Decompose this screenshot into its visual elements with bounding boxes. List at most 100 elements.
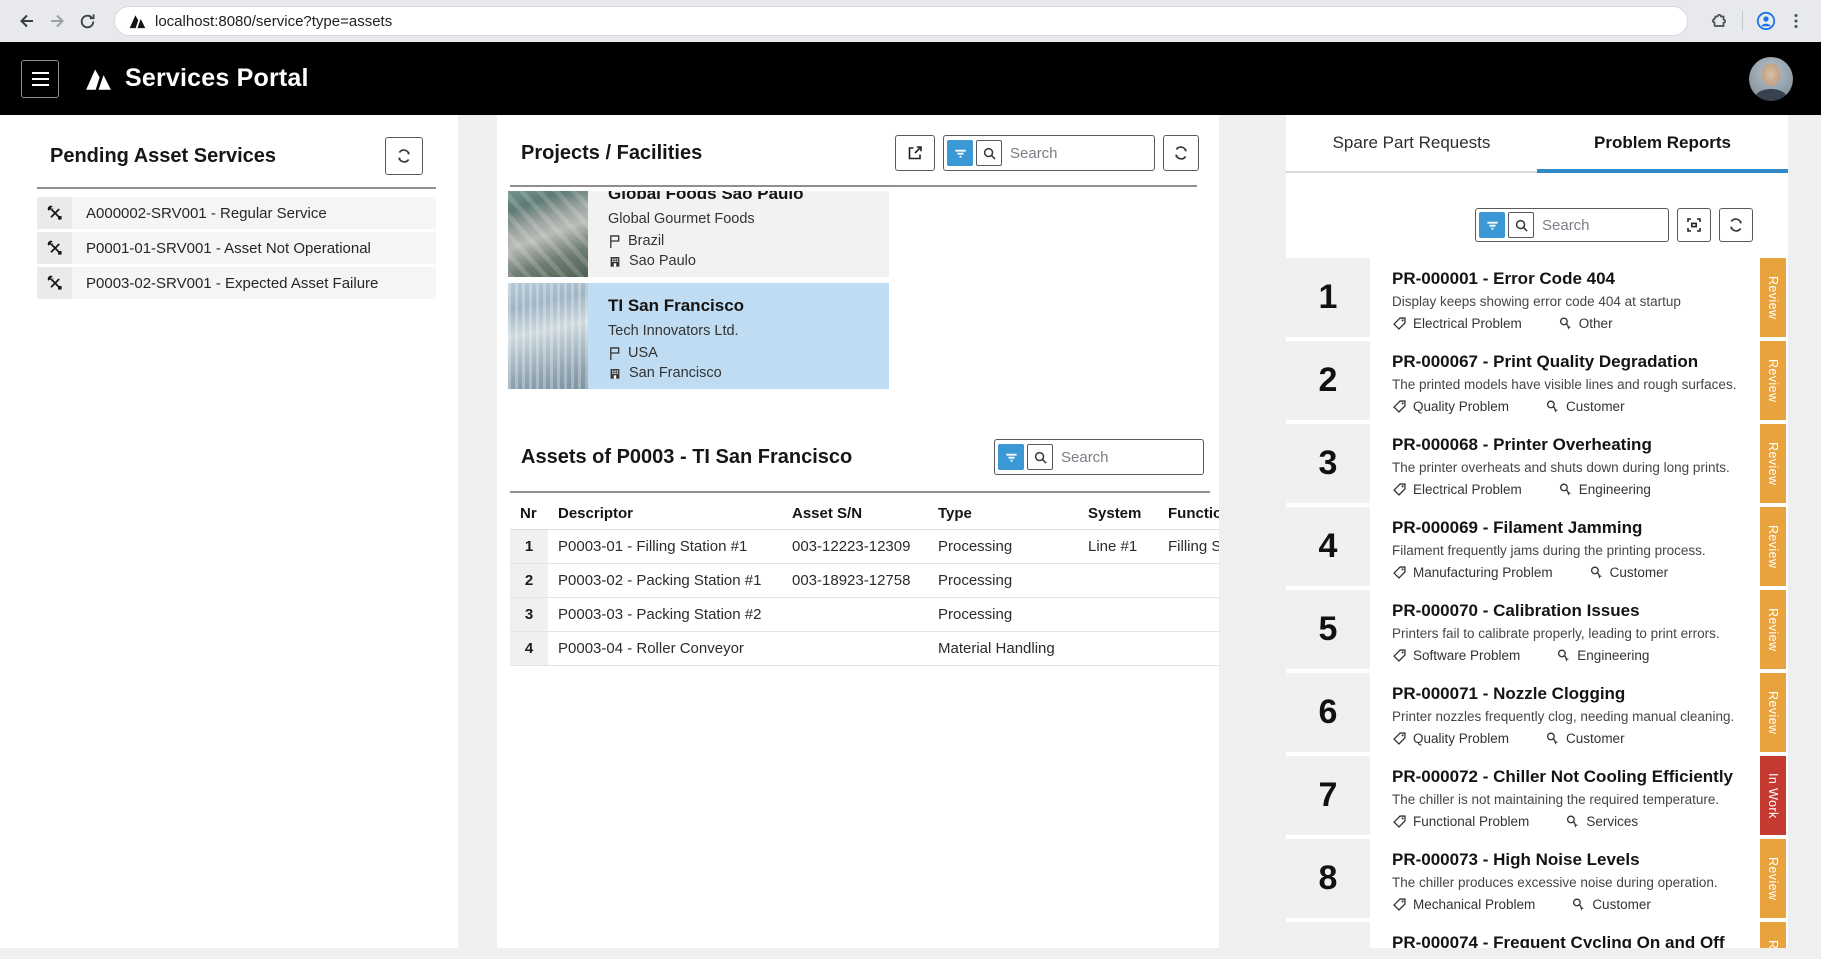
report-number: 6 bbox=[1286, 673, 1370, 752]
facility-card[interactable]: TI San Francisco Tech Innovators Ltd. US… bbox=[508, 283, 889, 389]
asset-function: Filling St bbox=[1158, 530, 1219, 564]
asset-nr: 3 bbox=[510, 598, 548, 632]
report-number: 8 bbox=[1286, 839, 1370, 918]
open-external-icon[interactable] bbox=[895, 135, 935, 171]
report-description: Printers fail to calibrate properly, lea… bbox=[1392, 626, 1752, 641]
report-description: Display keeps showing error code 404 at … bbox=[1392, 294, 1752, 309]
report-description: Printer nozzles frequently clog, needing… bbox=[1392, 709, 1752, 724]
pending-service-item[interactable]: P0001-01-SRV001 - Asset Not Operational bbox=[37, 232, 436, 264]
projects-search-input[interactable] bbox=[1002, 145, 1151, 162]
report-title: PR-000068 - Printer Overheating bbox=[1392, 435, 1752, 455]
refresh-icon[interactable] bbox=[385, 137, 423, 175]
flag-icon bbox=[608, 346, 621, 361]
facility-country: Brazil bbox=[628, 233, 664, 249]
problem-type-tag: Functional Problem bbox=[1392, 814, 1529, 829]
asset-function bbox=[1158, 598, 1219, 632]
expand-icon[interactable] bbox=[1677, 208, 1711, 242]
filter-icon[interactable] bbox=[998, 444, 1024, 470]
report-number: 7 bbox=[1286, 756, 1370, 835]
assets-column-header: Descriptor bbox=[548, 497, 782, 530]
user-avatar[interactable] bbox=[1749, 57, 1793, 101]
asset-serial: 003-18923-12758 bbox=[782, 564, 928, 598]
browser-menu-icon[interactable] bbox=[1781, 6, 1811, 36]
asset-descriptor: P0003-04 - Roller Conveyor bbox=[548, 632, 782, 666]
pending-service-label: P0003-02-SRV001 - Expected Asset Failure bbox=[72, 267, 378, 299]
assets-title: Assets of P0003 - TI San Francisco bbox=[521, 446, 852, 469]
pending-service-item[interactable]: A000002-SRV001 - Regular Service bbox=[37, 197, 436, 229]
pending-service-item[interactable]: P0003-02-SRV001 - Expected Asset Failure bbox=[37, 267, 436, 299]
report-title: PR-000069 - Filament Jamming bbox=[1392, 518, 1752, 538]
pending-service-label: P0001-01-SRV001 - Asset Not Operational bbox=[72, 232, 371, 264]
toolbar-separator bbox=[1742, 11, 1743, 31]
report-description: Filament frequently jams during the prin… bbox=[1392, 543, 1752, 558]
reports-search-input[interactable] bbox=[1534, 217, 1665, 234]
search-icon[interactable] bbox=[976, 140, 1002, 166]
refresh-icon[interactable] bbox=[1719, 208, 1753, 242]
problem-report-item[interactable]: 6 PR-000071 - Nozzle Clogging Printer no… bbox=[1286, 673, 1786, 752]
source-magnifier-icon bbox=[1565, 814, 1580, 829]
extensions-icon[interactable] bbox=[1704, 6, 1734, 36]
source-magnifier-icon bbox=[1545, 399, 1560, 414]
report-source-tag: Customer bbox=[1589, 565, 1669, 580]
problem-report-item[interactable]: 2 PR-000067 - Print Quality Degradation … bbox=[1286, 341, 1786, 420]
asset-row[interactable]: 4 P0003-04 - Roller Conveyor Material Ha… bbox=[510, 632, 1219, 666]
report-title: PR-000001 - Error Code 404 bbox=[1392, 269, 1752, 289]
facility-country: USA bbox=[628, 345, 658, 361]
profile-icon[interactable] bbox=[1751, 6, 1781, 36]
problem-report-item[interactable]: 8 PR-000073 - High Noise Levels The chil… bbox=[1286, 839, 1786, 918]
tag-icon bbox=[1392, 897, 1407, 912]
status-badge: Review bbox=[1760, 507, 1786, 586]
tools-icon bbox=[37, 197, 72, 229]
report-number: 4 bbox=[1286, 507, 1370, 586]
search-icon[interactable] bbox=[1508, 212, 1534, 238]
app-title: Services Portal bbox=[125, 64, 309, 93]
facility-image bbox=[508, 283, 588, 389]
asset-type: Processing bbox=[928, 530, 1078, 564]
problem-type-tag: Mechanical Problem bbox=[1392, 897, 1535, 912]
forward-icon[interactable] bbox=[42, 6, 72, 36]
assets-column-header: Asset S/N bbox=[782, 497, 928, 530]
facility-company: Global Gourmet Foods bbox=[608, 211, 879, 227]
asset-nr: 4 bbox=[510, 632, 548, 666]
status-badge: Review bbox=[1760, 673, 1786, 752]
problem-report-item[interactable]: 9 PR-000074 - Frequent Cycling On and Of… bbox=[1286, 922, 1786, 948]
problem-report-item[interactable]: 3 PR-000068 - Printer Overheating The pr… bbox=[1286, 424, 1786, 503]
assets-column-header: System bbox=[1078, 497, 1158, 530]
asset-row[interactable]: 1 P0003-01 - Filling Station #1 003-1222… bbox=[510, 530, 1219, 564]
problem-report-item[interactable]: 1 PR-000001 - Error Code 404 Display kee… bbox=[1286, 258, 1786, 337]
problem-report-list: 1 PR-000001 - Error Code 404 Display kee… bbox=[1286, 258, 1788, 948]
report-number: 9 bbox=[1286, 922, 1370, 948]
problem-report-item[interactable]: 5 PR-000070 - Calibration Issues Printer… bbox=[1286, 590, 1786, 669]
tag-icon bbox=[1392, 648, 1407, 663]
problem-type-tag: Manufacturing Problem bbox=[1392, 565, 1553, 580]
assets-search-input[interactable] bbox=[1053, 449, 1200, 466]
filter-icon[interactable] bbox=[1479, 212, 1505, 238]
asset-system bbox=[1078, 598, 1158, 632]
status-badge: In Work bbox=[1760, 756, 1786, 835]
report-title: PR-000072 - Chiller Not Cooling Efficien… bbox=[1392, 767, 1752, 787]
menu-button[interactable] bbox=[21, 60, 59, 98]
report-source-tag: Customer bbox=[1571, 897, 1651, 912]
problem-report-item[interactable]: 7 PR-000072 - Chiller Not Cooling Effici… bbox=[1286, 756, 1786, 835]
report-source-tag: Other bbox=[1558, 316, 1613, 331]
asset-row[interactable]: 2 P0003-02 - Packing Station #1 003-1892… bbox=[510, 564, 1219, 598]
refresh-icon[interactable] bbox=[1163, 135, 1199, 171]
status-badge: Review bbox=[1760, 424, 1786, 503]
problem-report-item[interactable]: 4 PR-000069 - Filament Jamming Filament … bbox=[1286, 507, 1786, 586]
search-icon[interactable] bbox=[1027, 444, 1053, 470]
back-icon[interactable] bbox=[12, 6, 42, 36]
report-number: 1 bbox=[1286, 258, 1370, 337]
tab[interactable]: Spare Part Requests bbox=[1286, 115, 1537, 171]
tab[interactable]: Problem Reports bbox=[1537, 115, 1788, 171]
filter-icon[interactable] bbox=[947, 140, 973, 166]
app-logo-icon bbox=[85, 66, 112, 91]
asset-row[interactable]: 3 P0003-03 - Packing Station #2 Processi… bbox=[510, 598, 1219, 632]
tag-icon bbox=[1392, 565, 1407, 580]
problem-type-tag: Software Problem bbox=[1392, 648, 1520, 663]
facility-card[interactable]: Global Foods Sao Paulo Global Gourmet Fo… bbox=[508, 191, 889, 277]
reload-icon[interactable] bbox=[72, 6, 102, 36]
asset-nr: 1 bbox=[510, 530, 548, 564]
divider bbox=[37, 187, 436, 189]
url-bar[interactable]: localhost:8080/service?type=assets bbox=[114, 6, 1688, 36]
asset-descriptor: P0003-02 - Packing Station #1 bbox=[548, 564, 782, 598]
